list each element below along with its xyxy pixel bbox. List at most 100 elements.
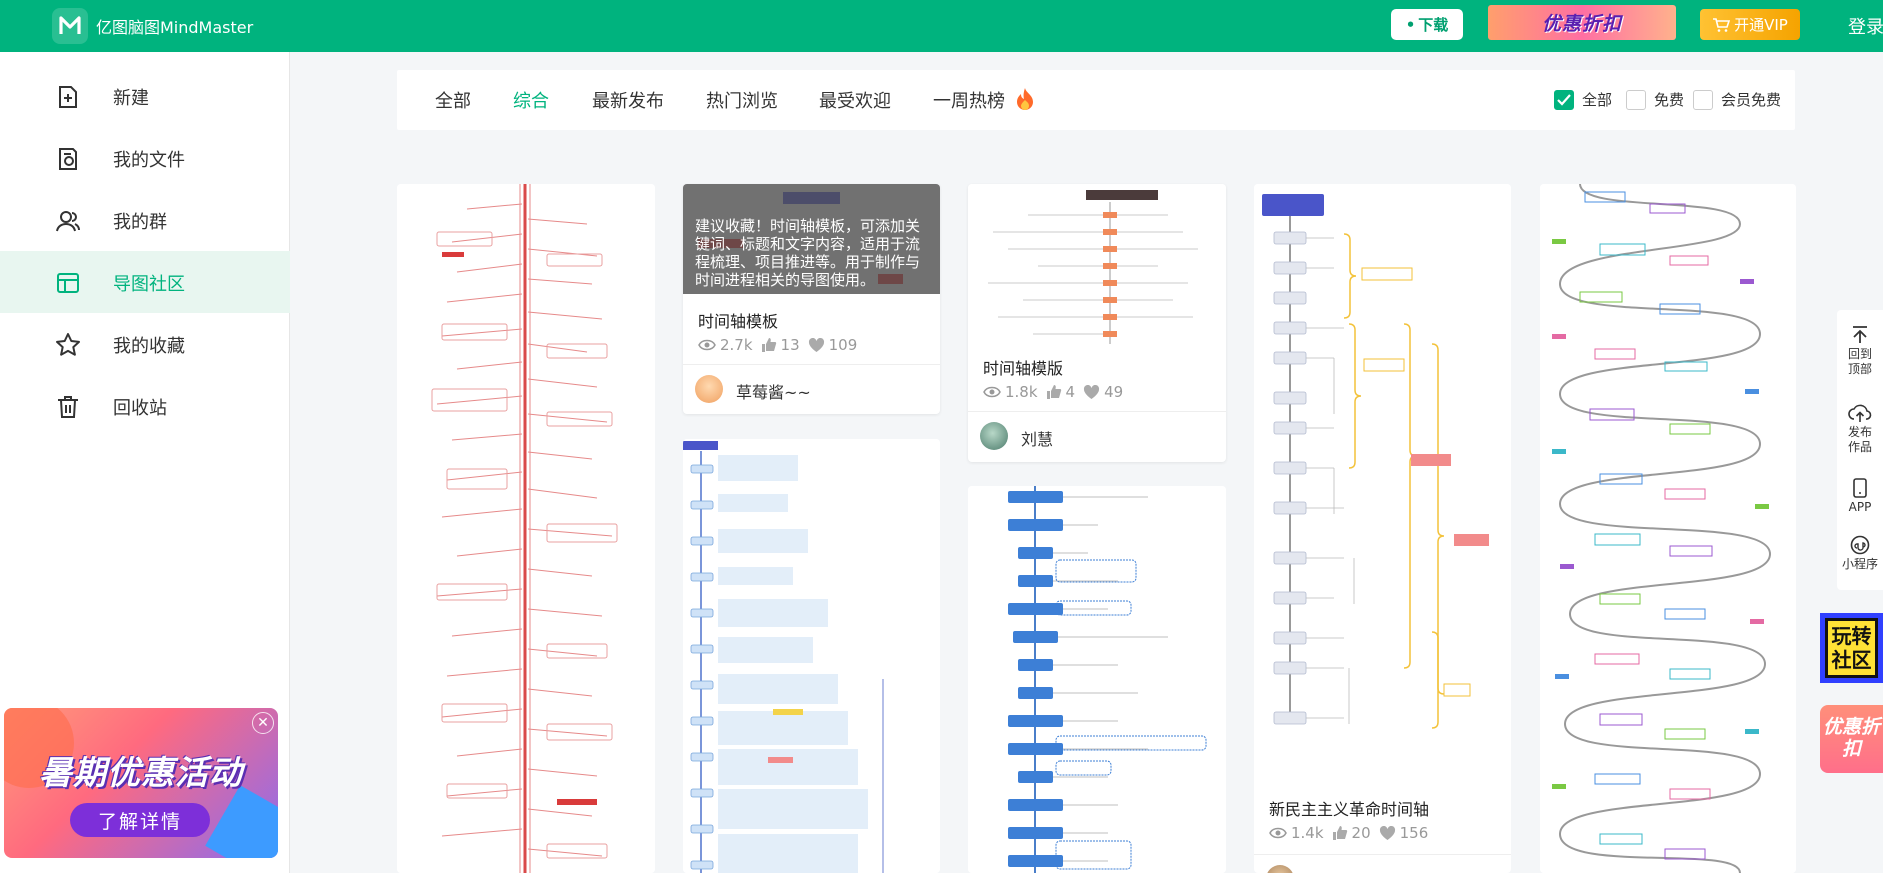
play-community-label: 玩转社区 [1825,618,1878,678]
top-bar: 亿图脑图MindMaster • 下载 优惠折扣 开通VIP 登录 [0,0,1883,52]
favorites-count: 109 [828,336,858,354]
play-community-badge[interactable]: 玩转社区 [1820,613,1883,683]
promo-banner[interactable]: 优惠折扣 [1488,5,1676,40]
views-stat: 2.7k [698,336,753,354]
tab-weekly-hot[interactable]: 一周热榜 [933,87,1035,113]
card-author[interactable]: 刘慧 [968,411,1226,461]
app-label: APP [1848,500,1872,514]
card-hover-overlay: 建议收藏！时间轴模板，可添加关键词、标题和文字内容，适用于流程梳理、项目推进等。… [683,184,940,294]
sidebar-item-community[interactable]: 导图社区 [0,251,290,313]
ad-title: 暑期优惠活动 [39,753,243,792]
card-title[interactable]: 新民主主义革命时间轴 [1269,796,1429,820]
favorites-stat[interactable]: 49 [1083,383,1123,401]
template-card[interactable] [683,439,940,873]
app-logo[interactable]: 亿图脑图MindMaster [52,7,253,45]
card-author[interactable] [1254,854,1511,873]
sidebar-item-label: 回收站 [113,398,167,419]
card-author[interactable]: 草莓酱~~ [683,364,940,414]
summer-sale-ad[interactable]: 暑期优惠活动 了解详情 [4,708,278,858]
template-card[interactable] [968,486,1226,873]
tab-general[interactable]: 综合 [513,87,549,113]
likes-stat[interactable]: 13 [761,336,800,354]
template-card[interactable]: 时间轴模版 1.8k 4 49 刘慧 [968,184,1226,462]
mindmap-thumbnail [1254,184,1511,784]
close-icon[interactable]: ✕ [252,712,274,734]
likes-count: 13 [780,336,800,354]
likes-count: 4 [1065,383,1076,401]
eye-icon [1269,827,1287,839]
favorites-count: 49 [1104,383,1124,401]
sidebar-item-my-groups[interactable]: 我的群 [0,189,290,251]
views-count: 1.4k [1291,824,1324,842]
group-icon [56,211,80,232]
sidebar-item-label: 我的文件 [113,150,185,171]
cloud-upload-icon [1848,404,1872,422]
views-count: 2.7k [720,336,753,354]
checkbox[interactable] [1693,89,1713,110]
heart-icon [808,337,824,352]
discount-badge[interactable]: 优惠折扣 [1820,705,1883,773]
author-name[interactable]: 刘慧 [1021,426,1053,450]
dot-icon: • [1405,15,1416,34]
avatar[interactable] [1266,865,1294,873]
back-to-top-button[interactable]: 回到顶部 [1837,325,1883,377]
sidebar-item-my-files[interactable]: 我的文件 [0,127,290,189]
template-card[interactable] [397,184,655,873]
mindmap-thumbnail [1540,184,1796,873]
template-card[interactable]: 建议收藏！时间轴模板，可添加关键词、标题和文字内容，适用于流程梳理、项目推进等。… [683,184,940,414]
filter-all[interactable]: 全部 [1554,89,1612,110]
download-button[interactable]: • 下载 [1391,9,1463,40]
app-button[interactable]: APP [1837,478,1883,515]
tab-latest[interactable]: 最新发布 [592,87,664,113]
favorites-stat[interactable]: 156 [1379,824,1428,842]
tab-hot-views[interactable]: 热门浏览 [706,87,778,113]
right-toolbar: 回到顶部 发布作品 APP 小程序 [1837,310,1883,590]
my-files-icon [59,148,77,170]
trash-icon [58,396,78,418]
tab-all[interactable]: 全部 [435,87,471,113]
author-name[interactable]: 草莓酱~~ [736,379,811,403]
card-stats: 2.7k 13 109 [698,336,857,354]
likes-count: 20 [1351,824,1371,842]
tab-most-popular[interactable]: 最受欢迎 [819,87,891,113]
views-stat: 1.4k [1269,824,1324,842]
promo-label: 优惠折扣 [1541,13,1622,35]
sidebar-item-label: 新建 [113,88,149,109]
avatar[interactable] [980,422,1008,450]
arrow-up-icon [1853,326,1867,343]
open-vip-button[interactable]: 开通VIP [1700,9,1800,40]
sidebar-item-trash[interactable]: 回收站 [0,375,290,437]
community-icon [57,273,79,293]
mini-program-icon [1850,535,1870,555]
check-icon [1557,93,1571,106]
new-file-icon [59,86,77,108]
mindmap-thumbnail [397,184,655,873]
card-title[interactable]: 时间轴模版 [983,355,1063,379]
filter-vip-free[interactable]: 会员免费 [1693,89,1781,110]
thumbs-up-icon [761,338,776,352]
mini-program-button[interactable]: 小程序 [1837,535,1883,572]
template-card[interactable] [1540,184,1796,873]
likes-stat[interactable]: 20 [1332,824,1371,842]
card-title[interactable]: 时间轴模板 [698,308,778,332]
sidebar-item-label: 我的群 [113,212,167,233]
favorites-stat[interactable]: 109 [808,336,858,354]
login-link[interactable]: 登录 [1848,13,1883,39]
filter-free[interactable]: 免费 [1626,89,1684,110]
card-stats: 1.4k 20 156 [1269,824,1428,842]
checkbox-checked[interactable] [1554,89,1574,110]
checkbox[interactable] [1626,89,1646,110]
ad-details-button[interactable]: 了解详情 [70,803,210,837]
publish-button[interactable]: 发布作品 [1837,403,1883,455]
avatar[interactable] [695,375,723,403]
sidebar-item-favorites[interactable]: 我的收藏 [0,313,290,375]
likes-stat[interactable]: 4 [1046,383,1076,401]
sidebar-item-label: 我的收藏 [113,336,185,357]
flame-icon [1016,88,1033,110]
thumbs-up-icon [1332,826,1347,840]
back-to-top-label: 回到顶部 [1847,347,1872,376]
filter-label: 免费 [1654,91,1685,109]
template-card[interactable]: 新民主主义革命时间轴 1.4k 20 156 [1254,184,1511,873]
heart-icon [1379,825,1395,840]
sidebar-item-new[interactable]: 新建 [0,65,290,127]
